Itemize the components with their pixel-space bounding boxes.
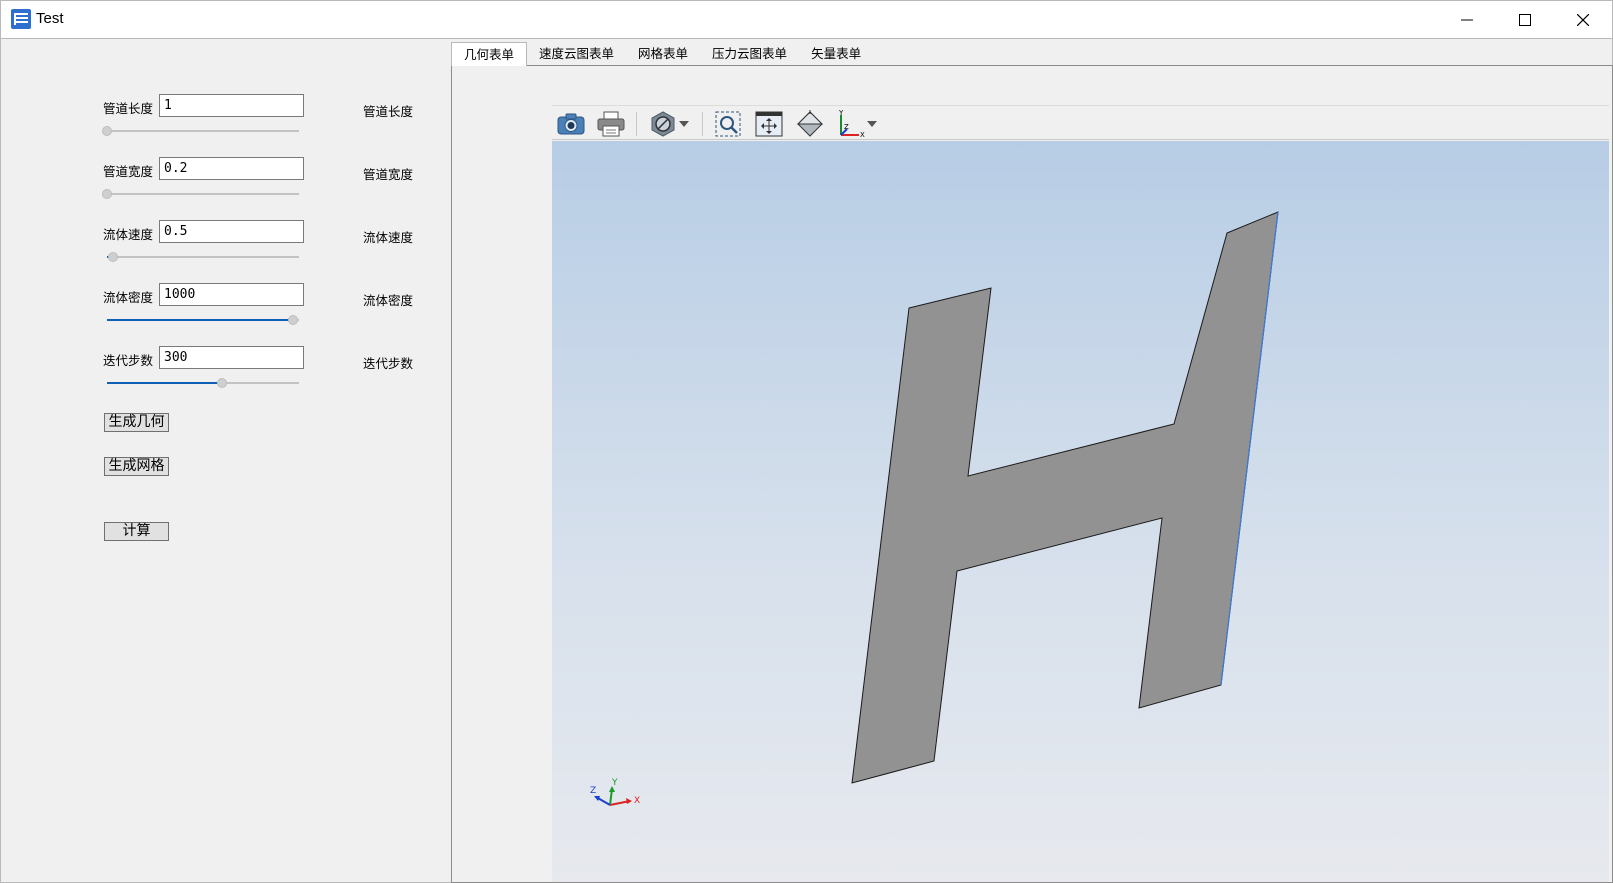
dropdown-arrow-icon xyxy=(679,121,689,127)
axes-view-button[interactable]: Y X Z xyxy=(835,109,865,139)
tab-bar: 几何表单 速度云图表单 网格表单 压力云图表单 矢量表单 xyxy=(451,42,873,66)
zoom-window-icon xyxy=(715,111,741,137)
compute-button[interactable]: 计算 xyxy=(104,522,169,541)
dropdown-arrow-icon xyxy=(867,121,877,127)
pipe-width-input[interactable] xyxy=(159,157,304,180)
fit-all-icon xyxy=(755,111,783,137)
zoom-window-button[interactable] xyxy=(713,109,743,139)
fluid-velocity-slider[interactable] xyxy=(107,252,299,262)
svg-text:Y: Y xyxy=(838,109,844,117)
display-mode-button[interactable] xyxy=(648,109,678,139)
param-label: 管道宽度 xyxy=(103,164,154,179)
param-label: 管道长度 xyxy=(103,101,154,116)
axis-triad: X Y Z xyxy=(590,778,640,806)
iso-view-icon xyxy=(796,110,824,137)
axes-view-icon: Y X Z xyxy=(838,109,865,139)
print-button[interactable] xyxy=(596,109,626,139)
slider-thumb[interactable] xyxy=(288,315,299,325)
axis-z-label: Z xyxy=(590,786,596,796)
tab-pressure-contour[interactable]: 压力云图表单 xyxy=(700,42,799,66)
close-button[interactable] xyxy=(1554,1,1612,39)
slider-thumb[interactable] xyxy=(102,126,112,136)
fit-all-button[interactable] xyxy=(754,109,784,139)
main-window: 管道长度 管道长度 管道宽度 管道宽度 流体速度 流体速度 流体密度 流体密 xyxy=(0,38,1613,883)
minimize-button[interactable] xyxy=(1438,1,1496,39)
iteration-steps-input[interactable] xyxy=(159,346,304,369)
param-echo-label: 迭代步数 xyxy=(363,356,414,371)
axis-x-label: X xyxy=(634,796,640,806)
maximize-button[interactable] xyxy=(1496,1,1554,39)
iteration-steps-slider[interactable] xyxy=(107,378,299,388)
fluid-velocity-input[interactable] xyxy=(159,220,304,243)
param-echo-label: 流体密度 xyxy=(363,293,414,308)
camera-icon xyxy=(557,113,585,135)
param-label: 流体密度 xyxy=(103,290,154,305)
3d-viewport[interactable]: X Y Z xyxy=(552,141,1609,882)
tab-velocity-contour[interactable]: 速度云图表单 xyxy=(527,42,626,66)
close-icon xyxy=(1577,14,1589,26)
param-echo-label: 流体速度 xyxy=(363,230,414,245)
viewer-toolbar: Y X Z xyxy=(552,105,1609,140)
fluid-density-input[interactable] xyxy=(159,283,304,306)
slider-thumb[interactable] xyxy=(217,378,228,388)
title-bar: Test xyxy=(0,0,1613,38)
tab-geometry[interactable]: 几何表单 xyxy=(451,42,528,66)
pipe-length-slider[interactable] xyxy=(102,126,299,136)
axes-view-dropdown[interactable] xyxy=(864,109,880,139)
tab-mesh[interactable]: 网格表单 xyxy=(626,42,700,66)
param-echo-label: 管道长度 xyxy=(363,104,414,119)
h-shape-geometry xyxy=(851,211,1279,784)
axis-y-label: Y xyxy=(611,778,618,788)
pipe-length-input[interactable] xyxy=(159,94,304,117)
geometry-viewer: Y X Z X Y Z xyxy=(552,105,1609,882)
screenshot-button[interactable] xyxy=(556,109,586,139)
pipe-width-slider[interactable] xyxy=(102,189,299,199)
display-mode-icon xyxy=(651,111,675,137)
param-label: 流体速度 xyxy=(103,227,154,242)
window-title: Test xyxy=(36,10,64,27)
minimize-icon xyxy=(1461,19,1473,21)
generate-mesh-button[interactable]: 生成网格 xyxy=(104,457,169,476)
iso-view-button[interactable] xyxy=(795,109,825,139)
tab-vector[interactable]: 矢量表单 xyxy=(799,42,873,66)
param-label: 迭代步数 xyxy=(103,353,154,368)
fluid-density-slider[interactable] xyxy=(107,315,299,325)
maximize-icon xyxy=(1519,14,1531,26)
slider-thumb[interactable] xyxy=(102,189,112,199)
app-icon xyxy=(11,9,31,29)
display-mode-dropdown[interactable] xyxy=(676,109,692,139)
slider-thumb[interactable] xyxy=(107,252,118,262)
print-icon xyxy=(597,111,625,137)
svg-text:Z: Z xyxy=(844,123,849,131)
generate-geometry-button[interactable]: 生成几何 xyxy=(104,413,169,432)
param-echo-label: 管道宽度 xyxy=(363,167,414,182)
